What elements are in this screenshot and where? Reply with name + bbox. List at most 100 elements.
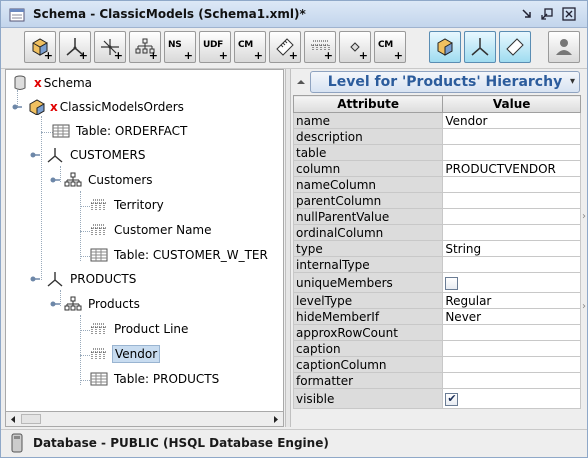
add-hierarchy-button[interactable]: + — [129, 31, 161, 63]
property-value[interactable] — [442, 356, 581, 373]
close-icon[interactable] — [562, 7, 576, 21]
add-dimension-usage-button[interactable]: + — [94, 31, 126, 63]
pane-splitter[interactable] — [285, 69, 291, 427]
property-row[interactable]: hideMemberIf Never — [292, 308, 581, 325]
property-row[interactable]: captionColumn — [292, 356, 581, 373]
calculated-member-2-label: CM — [378, 40, 393, 50]
edit-mode-button[interactable] — [429, 31, 461, 63]
tree-node-level-territory[interactable]: Territory — [90, 195, 166, 215]
property-value[interactable]: Vendor — [442, 112, 581, 129]
property-row[interactable]: description — [292, 128, 581, 145]
property-row[interactable]: nameColumn — [292, 176, 581, 193]
property-value[interactable] — [442, 208, 581, 225]
property-row[interactable]: caption — [292, 340, 581, 357]
property-row[interactable]: column PRODUCTVENDOR — [292, 160, 581, 177]
property-row[interactable]: nullParentValue — [292, 208, 581, 225]
tree-label: ClassicModelsOrders — [59, 100, 184, 114]
collapse-caret-icon[interactable] — [296, 77, 306, 87]
uniqueMembers-checkbox[interactable] — [445, 276, 459, 290]
expand-toggle-icon[interactable] — [30, 274, 40, 284]
tree-node-dim-products[interactable]: PRODUCTS — [30, 269, 138, 289]
tree-node-fact-table[interactable]: Table: ORDERFACT — [52, 121, 189, 141]
add-calculated-member-button[interactable]: CM + — [234, 31, 266, 63]
add-named-set-button[interactable]: NS + — [164, 31, 196, 63]
tree-label: Product Line — [114, 322, 189, 336]
property-value[interactable] — [442, 176, 581, 193]
dropdown-caret-icon[interactable]: ▾ — [570, 72, 575, 92]
table-icon — [90, 248, 108, 262]
property-row[interactable]: uniqueMembers — [292, 272, 581, 293]
add-measure-button[interactable]: + — [269, 31, 301, 63]
add-property-button[interactable]: + — [339, 31, 371, 63]
value-column-header[interactable]: Value — [442, 95, 581, 113]
expand-toggle-icon[interactable] — [50, 175, 60, 185]
tree-label: Products — [88, 297, 140, 311]
tree-node-table-customer[interactable]: Table: CUSTOMER_W_TER — [90, 245, 270, 265]
tree-node-level-vendor[interactable]: Vendor — [90, 344, 161, 364]
property-value[interactable]: String — [442, 240, 581, 257]
property-row[interactable]: internalType — [292, 256, 581, 273]
add-udf-button[interactable]: UDF + — [199, 31, 231, 63]
property-value[interactable]: Regular — [442, 292, 581, 309]
attribute-column-header[interactable]: Attribute — [292, 95, 444, 113]
property-row[interactable]: visible — [292, 388, 581, 409]
tree-node-dim-customers[interactable]: CUSTOMERS — [30, 145, 147, 165]
add-cube-button[interactable]: + — [24, 31, 56, 63]
property-value[interactable] — [442, 324, 581, 341]
tree-node-table-products[interactable]: Table: PRODUCTS — [90, 369, 221, 389]
property-row[interactable]: parentColumn — [292, 192, 581, 209]
property-value[interactable]: Never — [442, 308, 581, 325]
property-value[interactable] — [442, 144, 581, 161]
property-value[interactable] — [442, 192, 581, 209]
property-value[interactable] — [442, 128, 581, 145]
property-row[interactable]: levelType Regular — [292, 292, 581, 309]
expand-toggle-icon[interactable] — [50, 299, 60, 309]
expand-toggle-icon[interactable] — [12, 102, 22, 112]
property-value[interactable] — [442, 256, 581, 273]
tree-node-schema[interactable]: x Schema — [12, 73, 94, 93]
tree-node-level-product-line[interactable]: Product Line — [90, 319, 190, 339]
tree-node-hier-products[interactable]: Products — [50, 294, 142, 314]
tree-horizontal-scrollbar[interactable] — [5, 411, 284, 427]
property-value[interactable] — [442, 224, 581, 241]
view-xml-button[interactable] — [499, 31, 531, 63]
preview-button[interactable] — [464, 31, 496, 63]
add-dimension-button[interactable]: + — [59, 31, 91, 63]
tree-node-cube[interactable]: x ClassicModelsOrders — [12, 97, 186, 117]
tree-node-hier-customers[interactable]: Customers — [50, 170, 155, 190]
dimension-icon — [47, 148, 63, 163]
property-value[interactable] — [442, 372, 581, 389]
tree-node-level-customer-name[interactable]: Customer Name — [90, 220, 214, 240]
scroll-left-arrow[interactable] — [7, 413, 20, 426]
property-value[interactable] — [442, 340, 581, 357]
user-button[interactable] — [548, 31, 580, 63]
property-row[interactable]: approxRowCount — [292, 324, 581, 341]
tree-label: Territory — [114, 198, 164, 212]
property-attribute: uniqueMembers — [292, 272, 444, 293]
property-table: Attribute Value name Vendor description tab… — [292, 95, 581, 409]
property-row[interactable]: ordinalColumn — [292, 224, 581, 241]
property-attribute: column — [292, 160, 444, 177]
property-row[interactable]: formatter — [292, 372, 581, 389]
property-checkbox-cell[interactable] — [442, 272, 581, 293]
expand-toggle-icon[interactable] — [30, 150, 40, 160]
level-icon — [91, 348, 107, 360]
property-attribute: nullParentValue — [292, 208, 444, 225]
ruler-icon — [506, 38, 524, 56]
maximize-icon[interactable] — [540, 7, 554, 21]
property-checkbox-cell[interactable] — [442, 388, 581, 409]
property-row[interactable]: type String — [292, 240, 581, 257]
property-attribute: table — [292, 144, 444, 161]
property-row[interactable]: name Vendor — [292, 112, 581, 129]
add-calculated-member-2-button[interactable]: CM + — [374, 31, 406, 63]
scroll-right-arrow[interactable] — [269, 413, 282, 426]
tree-label: Schema — [43, 76, 92, 90]
add-level-button[interactable]: + — [304, 31, 336, 63]
visible-checkbox[interactable] — [445, 392, 459, 406]
right-arrow-icon — [274, 416, 278, 423]
schema-window: Schema - ClassicModels (Schema1.xml)* + — [0, 0, 588, 458]
property-value[interactable]: PRODUCTVENDOR — [442, 160, 581, 177]
iconify-icon[interactable] — [520, 7, 534, 21]
scroll-thumb[interactable] — [21, 414, 41, 424]
property-row[interactable]: table — [292, 144, 581, 161]
